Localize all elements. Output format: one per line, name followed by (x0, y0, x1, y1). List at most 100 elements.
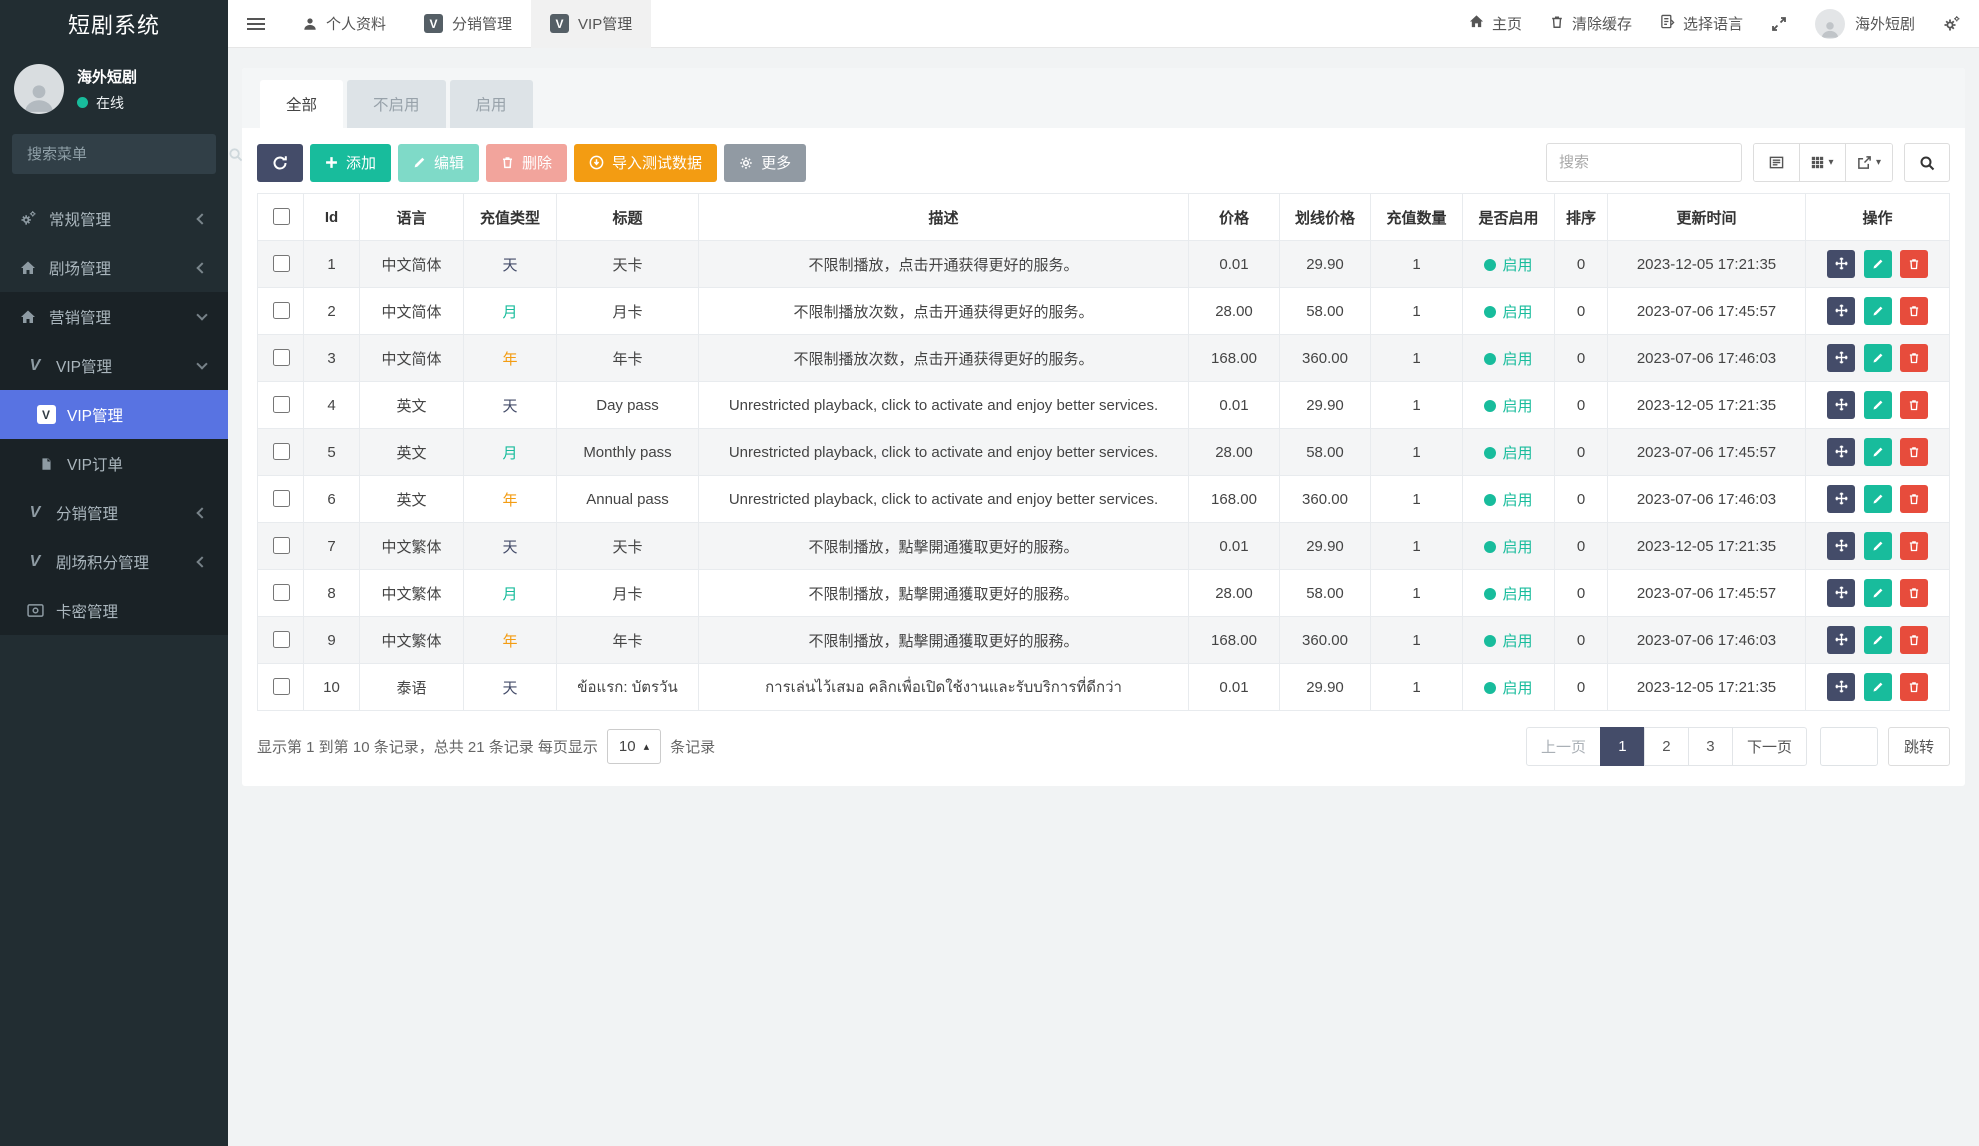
next-page-button[interactable]: 下一页 (1732, 727, 1807, 766)
columns-button[interactable]: ▾ (1800, 144, 1846, 181)
delete-row-button[interactable] (1900, 297, 1928, 325)
delete-row-button[interactable] (1900, 626, 1928, 654)
settings-gear-icon[interactable] (1943, 16, 1961, 32)
column-header[interactable]: Id (304, 194, 360, 241)
move-row-button[interactable] (1827, 344, 1855, 372)
sidebar-item[interactable]: 卡密管理 (0, 586, 228, 635)
cell-line-price: 29.90 (1280, 382, 1371, 429)
move-row-button[interactable] (1827, 485, 1855, 513)
move-row-button[interactable] (1827, 391, 1855, 419)
column-header[interactable]: 充值类型 (464, 194, 557, 241)
column-header[interactable]: 是否启用 (1463, 194, 1555, 241)
page-size-select[interactable]: 10 ▴ (607, 729, 661, 764)
page-button[interactable]: 2 (1644, 727, 1689, 766)
column-header[interactable]: 描述 (699, 194, 1189, 241)
select-all-checkbox[interactable] (273, 208, 290, 225)
tab-all[interactable]: 全部 (260, 80, 343, 128)
edit-row-button[interactable] (1864, 344, 1892, 372)
online-dot-icon (77, 97, 88, 108)
edit-row-button[interactable] (1864, 391, 1892, 419)
edit-row-button[interactable] (1864, 673, 1892, 701)
column-header[interactable]: 语言 (360, 194, 464, 241)
sidebar-item[interactable]: VVIP管理 (0, 341, 228, 390)
menu-toggle-icon[interactable] (228, 0, 284, 48)
import-test-data-button[interactable]: 导入测试数据 (574, 144, 717, 182)
move-row-button[interactable] (1827, 673, 1855, 701)
column-header[interactable]: 价格 (1189, 194, 1280, 241)
sidebar-item[interactable]: VVIP管理 (0, 390, 228, 439)
sidebar-item[interactable]: VIP订单 (0, 439, 228, 488)
export-button[interactable]: ▾ (1846, 144, 1892, 181)
sidebar-item[interactable]: 剧场管理 (0, 243, 228, 292)
edit-button[interactable]: 编辑 (398, 144, 479, 182)
delete-row-button[interactable] (1900, 485, 1928, 513)
detail-view-button[interactable] (1754, 144, 1800, 181)
delete-row-button[interactable] (1900, 532, 1928, 560)
table-search-input[interactable] (1546, 143, 1742, 182)
edit-row-button[interactable] (1864, 297, 1892, 325)
tab-disabled[interactable]: 不启用 (347, 80, 446, 128)
search-button[interactable] (1904, 143, 1950, 182)
page-button[interactable]: 3 (1688, 727, 1733, 766)
language-link[interactable]: 选择语言 (1660, 13, 1743, 34)
more-button[interactable]: 更多 (724, 144, 806, 182)
delete-row-button[interactable] (1900, 673, 1928, 701)
row-checkbox[interactable] (273, 396, 290, 413)
row-checkbox[interactable] (273, 349, 290, 366)
jump-button[interactable]: 跳转 (1888, 727, 1950, 766)
sidebar-item[interactable]: V分销管理 (0, 488, 228, 537)
sidebar-item[interactable]: 营销管理 (0, 292, 228, 341)
move-row-button[interactable] (1827, 297, 1855, 325)
column-header[interactable]: 划线价格 (1280, 194, 1371, 241)
move-row-button[interactable] (1827, 438, 1855, 466)
edit-row-button[interactable] (1864, 579, 1892, 607)
edit-row-button[interactable] (1864, 250, 1892, 278)
edit-row-button[interactable] (1864, 626, 1892, 654)
cell-price: 28.00 (1189, 288, 1280, 335)
page-button[interactable]: 1 (1600, 727, 1645, 766)
topbar-tab[interactable]: 个人资料 (284, 0, 405, 48)
move-row-button[interactable] (1827, 532, 1855, 560)
add-button[interactable]: 添加 (310, 144, 391, 182)
move-row-button[interactable] (1827, 579, 1855, 607)
sidebar-item[interactable]: 常规管理 (0, 194, 228, 243)
tab-enabled[interactable]: 启用 (450, 80, 533, 128)
cell-sort: 0 (1555, 617, 1608, 664)
row-checkbox[interactable] (273, 490, 290, 507)
fullscreen-icon[interactable] (1771, 16, 1787, 32)
column-header[interactable]: 更新时间 (1608, 194, 1806, 241)
edit-row-button[interactable] (1864, 532, 1892, 560)
row-checkbox[interactable] (273, 678, 290, 695)
jump-page-input[interactable] (1820, 727, 1878, 766)
row-checkbox[interactable] (273, 537, 290, 554)
delete-row-button[interactable] (1900, 438, 1928, 466)
move-row-button[interactable] (1827, 626, 1855, 654)
column-header[interactable]: 排序 (1555, 194, 1608, 241)
user-menu[interactable]: 海外短剧 (1815, 9, 1915, 39)
topbar-tab[interactable]: VVIP管理 (531, 0, 651, 48)
row-checkbox[interactable] (273, 302, 290, 319)
column-header[interactable]: 标题 (557, 194, 699, 241)
column-header[interactable]: 操作 (1806, 194, 1950, 241)
cell-line-price: 29.90 (1280, 241, 1371, 288)
delete-button[interactable]: 删除 (486, 144, 567, 182)
topbar-tab[interactable]: V分销管理 (405, 0, 531, 48)
row-checkbox[interactable] (273, 255, 290, 272)
delete-row-button[interactable] (1900, 579, 1928, 607)
delete-row-button[interactable] (1900, 250, 1928, 278)
edit-row-button[interactable] (1864, 438, 1892, 466)
move-row-button[interactable] (1827, 250, 1855, 278)
prev-page-button[interactable]: 上一页 (1526, 727, 1601, 766)
edit-row-button[interactable] (1864, 485, 1892, 513)
delete-row-button[interactable] (1900, 344, 1928, 372)
column-header[interactable]: 充值数量 (1371, 194, 1463, 241)
row-checkbox[interactable] (273, 584, 290, 601)
sidebar-item[interactable]: V剧场积分管理 (0, 537, 228, 586)
refresh-button[interactable] (257, 144, 303, 182)
menu-search-input[interactable] (25, 145, 228, 164)
clear-cache-link[interactable]: 清除缓存 (1550, 13, 1632, 34)
home-link[interactable]: 主页 (1469, 13, 1522, 34)
row-checkbox[interactable] (273, 631, 290, 648)
row-checkbox[interactable] (273, 443, 290, 460)
delete-row-button[interactable] (1900, 391, 1928, 419)
